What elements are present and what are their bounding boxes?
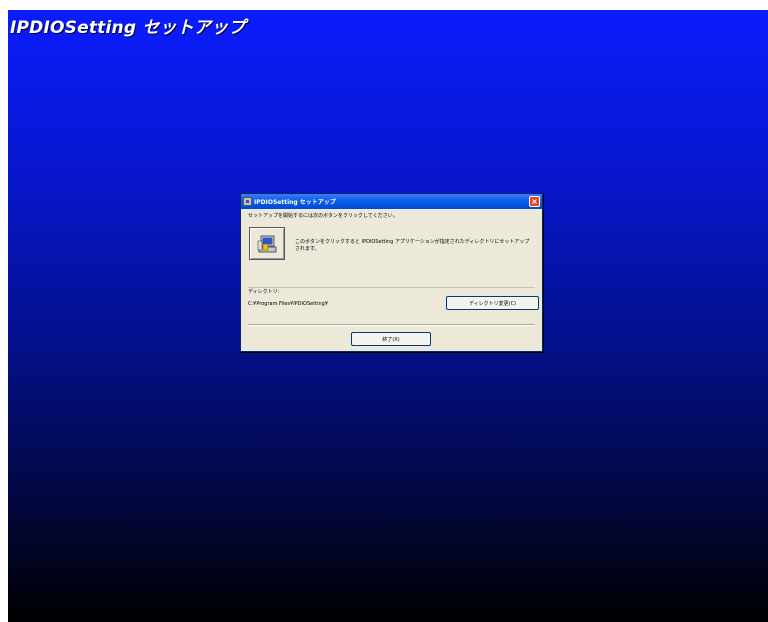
install-description: このボタンをクリックすると IPDIOSetting アプリケーションが指定され… [295,239,530,252]
computer-setup-icon [257,235,277,252]
separator [248,324,535,326]
directory-group: ディレクトリ: C:¥Program Files¥IPDIOSetting¥ デ… [248,287,539,318]
directory-label: ディレクトリ: [248,289,280,295]
dialog-title: IPDIOSetting セットアップ [254,199,336,206]
desktop-background: IPDIOSetting セットアップ IPDIOSetting セットアップ … [8,10,768,622]
install-button[interactable] [249,227,285,260]
change-directory-button[interactable]: ディレクトリ変更(C) [446,296,539,310]
dialog-body: セットアップを開始するには次のボタンをクリックしてください。 このボタンをクリッ… [241,209,542,346]
directory-path: C:¥Program Files¥IPDIOSetting¥ [248,301,329,307]
setup-banner-title: IPDIOSetting セットアップ [10,18,246,38]
instruction-text: セットアップを開始するには次のボタンをクリックしてください。 [248,213,398,219]
close-button[interactable]: × [529,196,540,207]
app-icon [243,197,252,206]
setup-dialog: IPDIOSetting セットアップ × セットアップを開始するには次のボタン… [240,193,543,352]
dialog-titlebar[interactable]: IPDIOSetting セットアップ × [241,194,542,209]
exit-button[interactable]: 終了(X) [351,332,431,346]
